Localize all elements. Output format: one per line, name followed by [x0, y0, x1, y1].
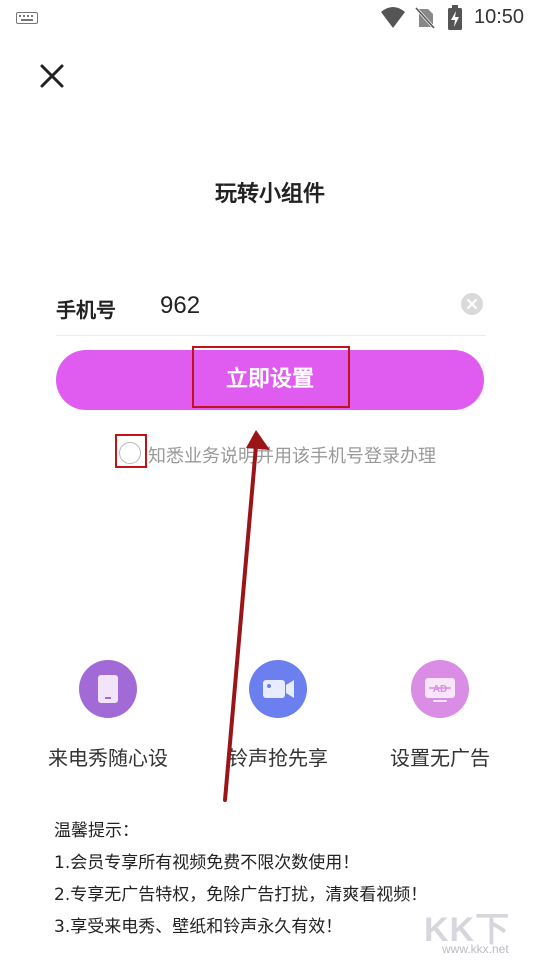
- watermark-logo: KK下载 www.kkx.net: [420, 900, 540, 960]
- feature-incoming-call-show[interactable]: 来电秀随心设: [28, 660, 188, 771]
- battery-charging-icon: [448, 5, 462, 30]
- status-time: 10:50: [474, 6, 525, 28]
- tips-title: 温馨提示：: [54, 821, 139, 841]
- tips-line: 3.享受来电秀、壁纸和铃声永久有效！: [54, 917, 343, 937]
- agree-text: 知悉业务说明并用该手机号登录办理: [148, 446, 436, 467]
- feature-label: 来电秀随心设: [48, 746, 168, 770]
- annotation-box-button: [192, 346, 350, 408]
- svg-text:AD: AD: [433, 684, 447, 695]
- clear-icon[interactable]: [460, 292, 484, 316]
- status-bar: 10:50: [0, 0, 540, 36]
- video-camera-icon: [249, 660, 307, 718]
- keyboard-icon: [16, 12, 38, 24]
- tips-line: 2.专享无广告特权，免除广告打扰，清爽看视频！: [54, 885, 428, 905]
- phone-row: 手机号: [56, 282, 486, 336]
- phone-label: 手机号: [56, 298, 116, 322]
- annotation-box-checkbox: [115, 434, 147, 468]
- feature-label: 铃声抢先享: [228, 746, 328, 770]
- no-ad-icon: AD: [411, 660, 469, 718]
- watermark-url: www.kkx.net: [442, 942, 509, 956]
- close-icon[interactable]: [36, 60, 68, 92]
- phone-input[interactable]: [160, 286, 440, 326]
- wifi-icon: [381, 7, 405, 28]
- phone-screen-icon: [79, 660, 137, 718]
- no-sim-icon: [414, 6, 436, 30]
- feature-label: 设置无广告: [390, 746, 490, 770]
- tips-line: 1.会员专享所有视频免费不限次数使用！: [54, 853, 360, 873]
- page-title: 玩转小组件: [214, 182, 325, 207]
- feature-ringtone[interactable]: 铃声抢先享: [198, 660, 358, 771]
- feature-no-ads[interactable]: AD 设置无广告: [360, 660, 520, 771]
